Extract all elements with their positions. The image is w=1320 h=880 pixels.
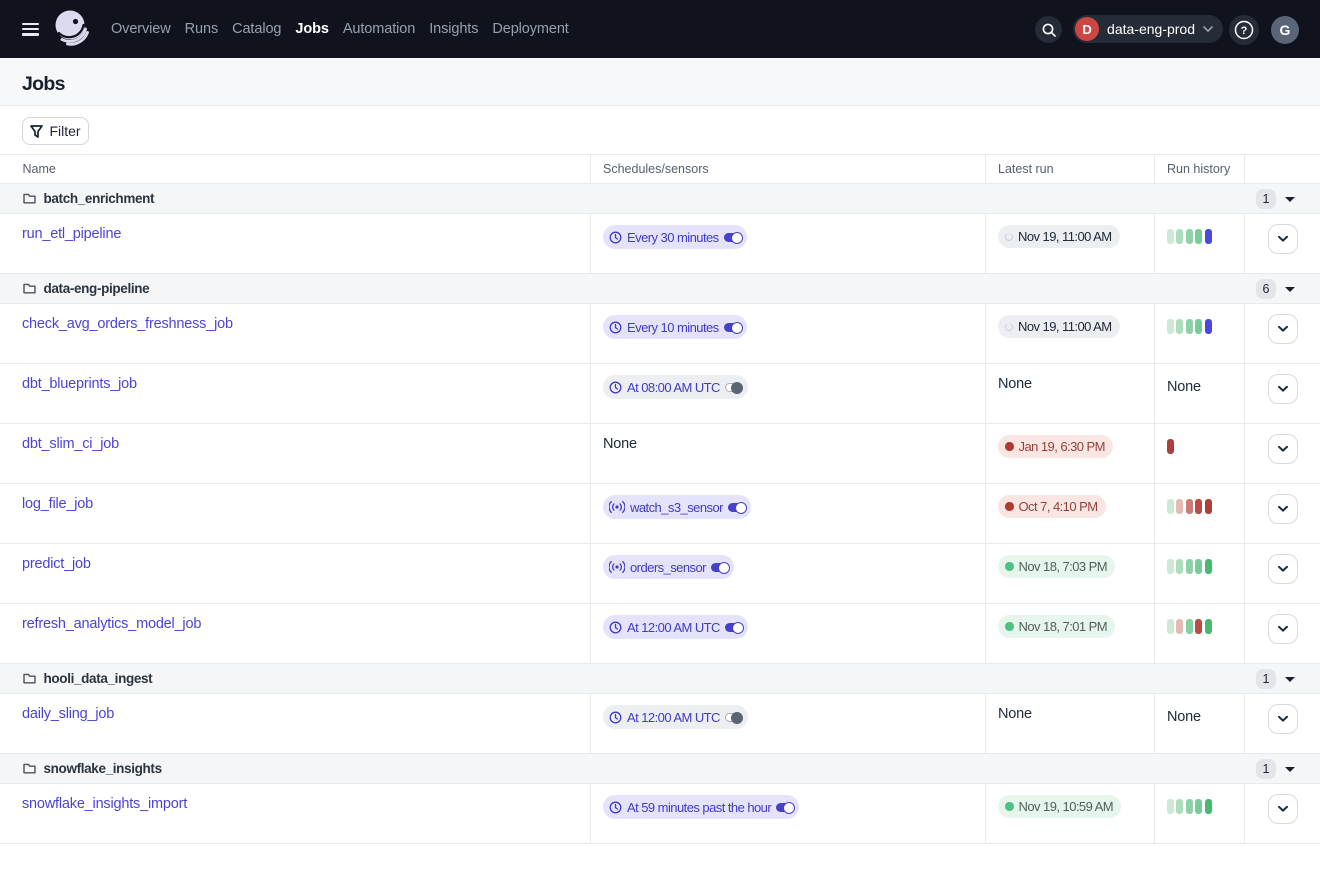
svg-text:?: ?: [1241, 25, 1248, 37]
